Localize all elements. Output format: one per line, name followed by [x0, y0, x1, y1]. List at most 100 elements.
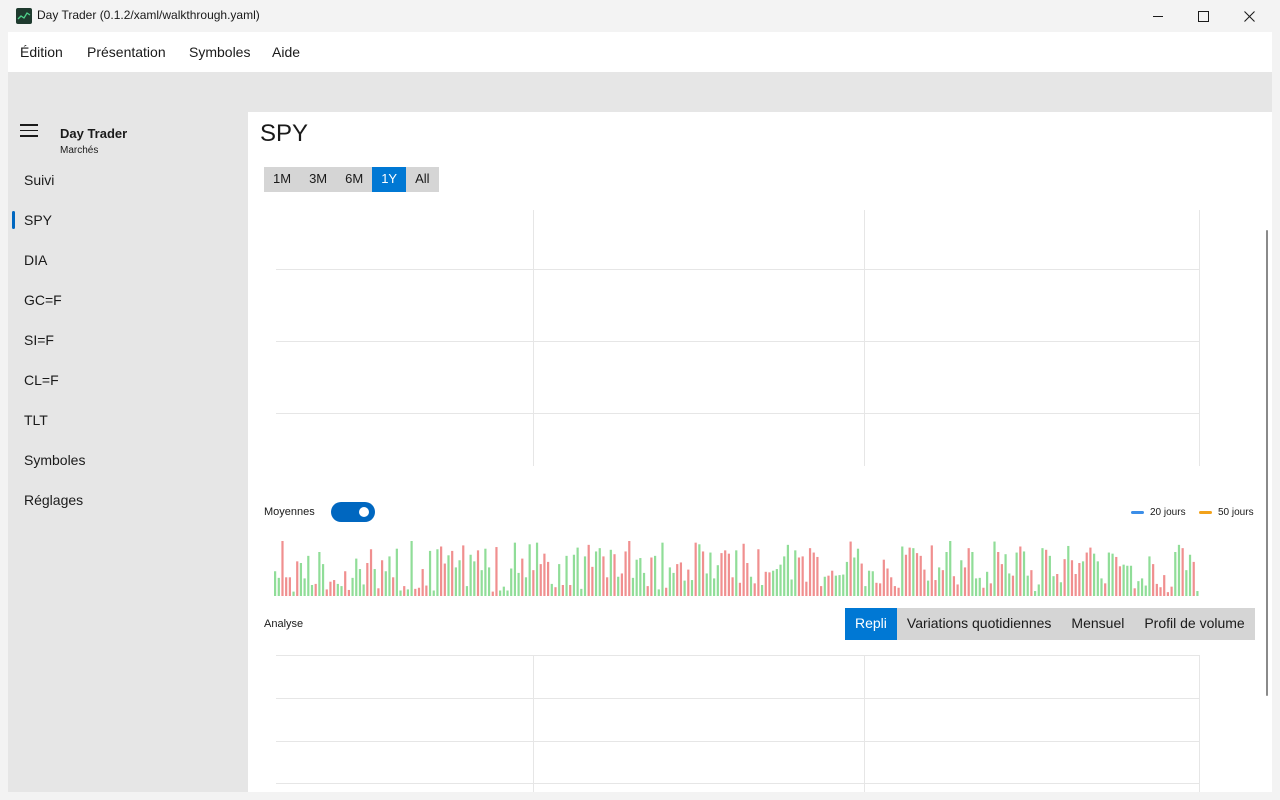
- volume-bar: [927, 580, 930, 596]
- volume-bar: [823, 576, 826, 596]
- volume-bar: [384, 571, 387, 596]
- volume-bar: [310, 585, 314, 596]
- close-button[interactable]: [1226, 0, 1272, 32]
- nav-item-r-glages[interactable]: Réglages: [24, 492, 83, 508]
- analysis-chart: [276, 655, 1200, 792]
- volume-bar: [701, 551, 705, 596]
- averages-toggle[interactable]: [331, 502, 375, 522]
- page-title: SPY: [260, 120, 309, 147]
- volume-bar: [1015, 552, 1018, 596]
- range-button-1y[interactable]: 1Y: [372, 167, 407, 192]
- volume-bar: [620, 573, 623, 596]
- volume-bar: [358, 569, 362, 596]
- volume-bar: [738, 582, 742, 596]
- nav-item-suivi[interactable]: Suivi: [24, 172, 54, 188]
- volume-bar: [340, 586, 343, 596]
- range-button-6m[interactable]: 6M: [336, 167, 372, 192]
- nav-item-spy[interactable]: SPY: [24, 212, 52, 228]
- volume-bar: [517, 572, 520, 596]
- volume-bar: [392, 577, 395, 596]
- volume-bar: [421, 569, 424, 596]
- volume-bar: [1166, 592, 1170, 596]
- volume-bar: [473, 561, 476, 596]
- volume-bar: [594, 551, 598, 596]
- volume-bar: [591, 566, 594, 596]
- volume-bar: [443, 563, 446, 596]
- volume-bar: [1019, 546, 1022, 596]
- volume-bar: [344, 571, 347, 596]
- volume-bar: [617, 576, 620, 596]
- nav-item-cl-f[interactable]: CL=F: [24, 372, 59, 388]
- volume-bar: [388, 556, 391, 596]
- nav-item-gc-f[interactable]: GC=F: [24, 292, 62, 308]
- nav-item-tlt[interactable]: TLT: [24, 412, 48, 428]
- volume-bar: [480, 570, 483, 596]
- menu-aide[interactable]: Aide: [272, 44, 300, 60]
- menu-symboles[interactable]: Symboles: [189, 44, 250, 60]
- volume-bar: [451, 550, 454, 596]
- volume-bar: [849, 541, 852, 596]
- volume-bar: [768, 572, 771, 596]
- volume-bar: [642, 572, 646, 596]
- volume-bar: [816, 556, 819, 596]
- volume-bar: [1174, 552, 1177, 596]
- volume-bar: [1078, 563, 1081, 596]
- volume-bar: [709, 552, 712, 596]
- volume-bar: [1126, 565, 1129, 596]
- volume-bar: [1129, 565, 1133, 596]
- volume-bar: [403, 586, 406, 596]
- volume-bar: [399, 590, 402, 596]
- volume-bar: [476, 550, 480, 596]
- volume-bar: [554, 587, 557, 596]
- volume-bar: [454, 567, 457, 596]
- volume-bar: [650, 557, 653, 596]
- maximize-button[interactable]: [1180, 0, 1226, 32]
- volume-bar: [602, 556, 605, 596]
- volume-bar: [952, 576, 956, 596]
- volume-bar: [930, 545, 933, 596]
- volume-bar: [867, 570, 871, 596]
- volume-bar: [993, 541, 996, 596]
- volume-bar: [487, 567, 491, 596]
- volume-bar: [513, 542, 517, 596]
- volume-bar: [572, 554, 576, 596]
- volume-bar: [1045, 549, 1048, 596]
- volume-bar: [1181, 548, 1184, 596]
- close-icon: [1243, 10, 1255, 22]
- vertical-scrollbar[interactable]: [1266, 230, 1268, 696]
- volume-bar: [1185, 570, 1188, 596]
- range-button-1m[interactable]: 1M: [264, 167, 300, 192]
- analysis-tab-1[interactable]: Repli: [845, 608, 897, 640]
- title-bar: Day Trader (0.1.2/xaml/walkthrough.yaml): [0, 0, 1280, 32]
- range-button-3m[interactable]: 3M: [300, 167, 336, 192]
- range-button-all[interactable]: All: [406, 167, 438, 192]
- analysis-tab-3[interactable]: Mensuel: [1061, 608, 1134, 640]
- volume-bar: [524, 577, 528, 596]
- volume-bar: [1144, 585, 1147, 596]
- volume-bar: [764, 571, 767, 596]
- analysis-tab-2[interactable]: Variations quotidiennes: [897, 608, 1062, 640]
- volume-bar: [576, 547, 579, 596]
- volume-bar: [1033, 591, 1037, 596]
- volume-bar: [355, 558, 358, 596]
- minimize-button[interactable]: [1135, 0, 1181, 32]
- maximize-icon: [1197, 10, 1209, 22]
- volume-bar: [679, 562, 683, 596]
- legend-50-days: 50 jours: [1199, 507, 1254, 518]
- menu-presentation[interactable]: Présentation: [87, 44, 166, 60]
- menu-edition[interactable]: Édition: [20, 44, 63, 60]
- volume-bar: [366, 563, 369, 596]
- averages-label: Moyennes: [264, 506, 315, 518]
- volume-bar: [882, 559, 885, 596]
- nav-item-symboles[interactable]: Symboles: [24, 452, 85, 468]
- nav-item-dia[interactable]: DIA: [24, 252, 47, 268]
- hamburger-menu-icon[interactable]: [20, 124, 38, 138]
- analysis-tab-4[interactable]: Profil de volume: [1134, 608, 1254, 640]
- volume-bar: [606, 577, 609, 596]
- volume-bar: [1148, 556, 1151, 596]
- volume-bar: [1152, 564, 1155, 596]
- volume-bar: [274, 571, 277, 596]
- nav-item-si-f[interactable]: SI=F: [24, 332, 54, 348]
- volume-bar: [609, 549, 612, 596]
- volume-bar: [321, 564, 325, 596]
